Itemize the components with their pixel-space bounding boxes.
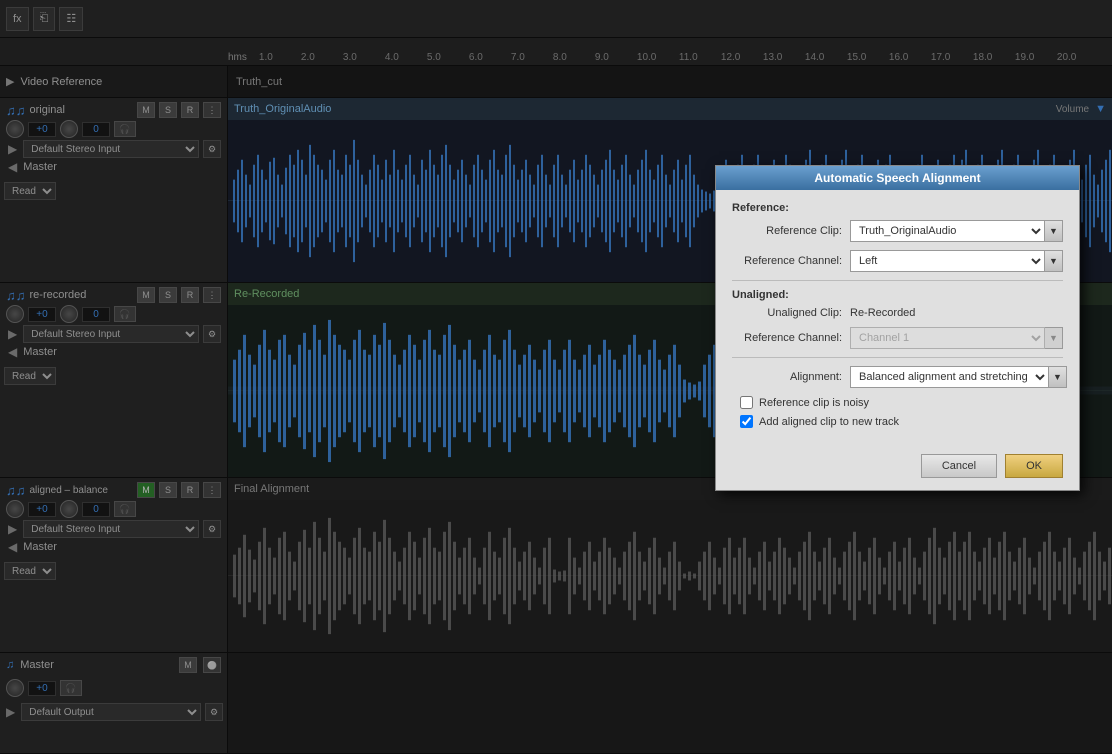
reference-clip-row: Reference Clip: Truth_OriginalAudio ▼ [732, 220, 1063, 242]
unaligned-channel-select[interactable]: Channel 1 [850, 327, 1045, 349]
reference-clip-select[interactable]: Truth_OriginalAudio [850, 220, 1045, 242]
reference-channel-dropdown-btn[interactable]: ▼ [1045, 250, 1063, 272]
unaligned-clip-label: Unaligned Clip: [732, 307, 842, 319]
unaligned-channel-row: Reference Channel: Channel 1 ▼ [732, 327, 1063, 349]
unaligned-clip-row: Unaligned Clip: Re-Recorded [732, 307, 1063, 319]
dialog-title: Automatic Speech Alignment [716, 166, 1079, 190]
noisy-checkbox-label: Reference clip is noisy [759, 397, 869, 409]
dialog-divider-1 [732, 280, 1063, 281]
unaligned-clip-value: Re-Recorded [850, 307, 1063, 319]
unaligned-section-label: Unaligned: [732, 289, 1063, 301]
noisy-checkbox[interactable] [740, 396, 753, 409]
cancel-button[interactable]: Cancel [921, 454, 997, 478]
unaligned-channel-dropdown-btn[interactable]: ▼ [1045, 327, 1063, 349]
new-track-checkbox[interactable] [740, 415, 753, 428]
ok-button[interactable]: OK [1005, 454, 1063, 478]
reference-channel-select[interactable]: Left [850, 250, 1045, 272]
reference-channel-label: Reference Channel: [732, 255, 842, 267]
dialog-body: Reference: Reference Clip: Truth_Origina… [716, 190, 1079, 446]
alignment-select[interactable]: Balanced alignment and stretching [850, 366, 1049, 388]
reference-clip-label: Reference Clip: [732, 225, 842, 237]
dialog-footer: Cancel OK [716, 446, 1079, 490]
dialog-divider-2 [732, 357, 1063, 358]
unaligned-channel-label: Reference Channel: [732, 332, 842, 344]
alignment-row: Alignment: Balanced alignment and stretc… [732, 366, 1063, 388]
dialog-overlay: Automatic Speech Alignment Reference: Re… [0, 0, 1112, 754]
noisy-checkbox-row: Reference clip is noisy [732, 396, 1063, 409]
alignment-label: Alignment: [732, 371, 842, 383]
reference-clip-dropdown-btn[interactable]: ▼ [1045, 220, 1063, 242]
alignment-dropdown-btn[interactable]: ▼ [1049, 366, 1067, 388]
reference-channel-row: Reference Channel: Left ▼ [732, 250, 1063, 272]
automatic-speech-alignment-dialog: Automatic Speech Alignment Reference: Re… [715, 165, 1080, 491]
reference-section-label: Reference: [732, 202, 1063, 214]
new-track-checkbox-label: Add aligned clip to new track [759, 416, 899, 428]
new-track-checkbox-row: Add aligned clip to new track [732, 415, 1063, 428]
